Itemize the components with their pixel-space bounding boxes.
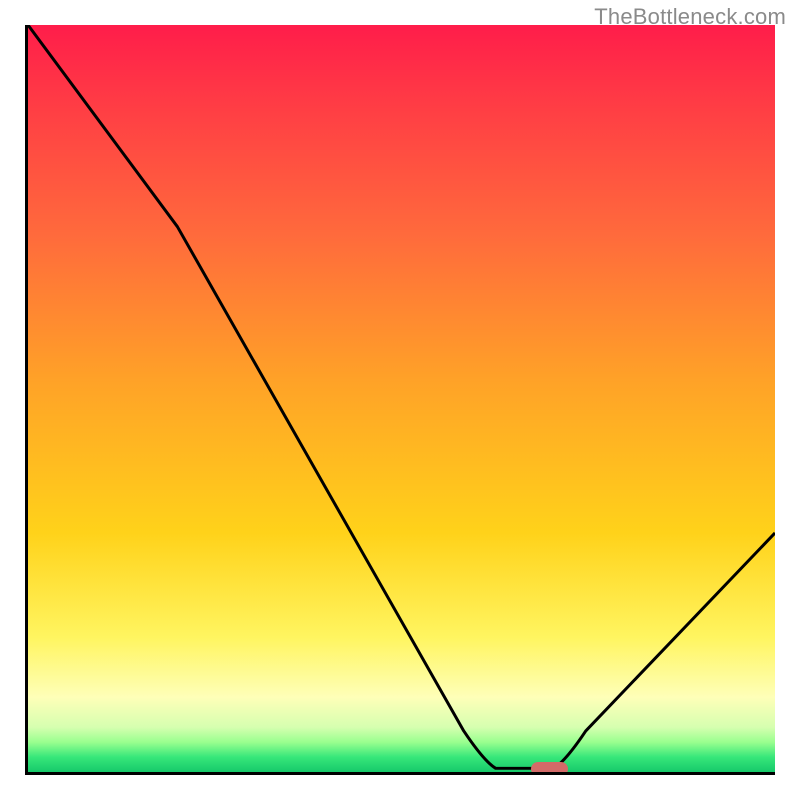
curve-minimum-marker: [531, 762, 569, 775]
chart-curve: [28, 25, 775, 772]
curve-path: [28, 25, 775, 768]
chart-plot-area: [25, 25, 775, 775]
